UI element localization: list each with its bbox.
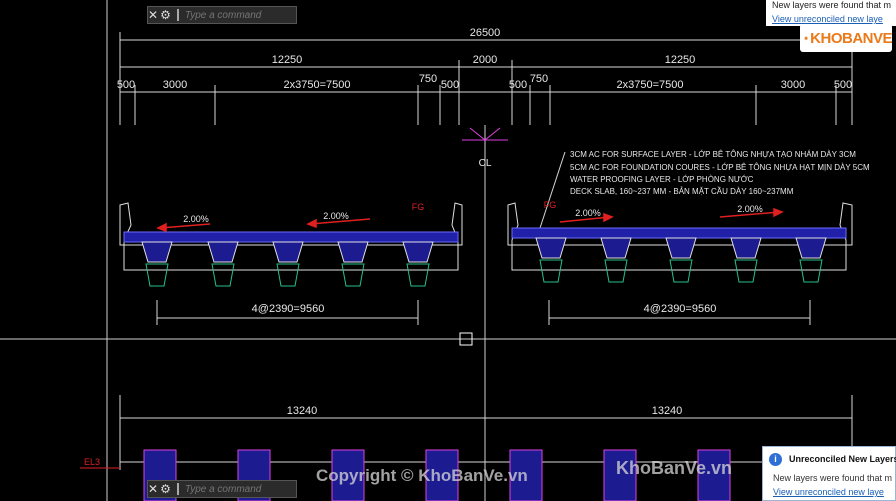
dim-500-b: 500 <box>441 79 459 91</box>
note-deck-slab: DECK SLAB, 160~237 MM - BẢN MẶT CẦU DÀY … <box>570 186 794 196</box>
close-icon[interactable]: ✕ <box>148 481 158 497</box>
notification-top-line1: New layers were found that m <box>772 0 892 10</box>
copyright-watermark: Copyright © KhoBanVe.vn <box>316 466 528 485</box>
dim-750-a: 750 <box>419 73 437 85</box>
command-input-bottom[interactable] <box>182 482 307 496</box>
dim-500-c: 500 <box>509 79 527 91</box>
command-line-bottom[interactable]: ✕ ⚙ <box>147 480 307 498</box>
dim-3000-b: 3000 <box>781 79 805 91</box>
toast-link[interactable]: View unreconciled new laye <box>773 487 884 497</box>
note-waterproofing: WATER PROOFING LAYER - LỚP PHÒNG NƯỚC <box>570 175 754 184</box>
fg-label-right: FG <box>544 200 557 210</box>
command-history-icon[interactable] <box>176 9 179 21</box>
dim-half-right: 12250 <box>665 54 696 66</box>
command-line-top[interactable]: ✕ ⚙ <box>147 6 307 24</box>
dim-girders-left: 4@2390=9560 <box>252 303 325 315</box>
slope-label-2: 2.00% <box>323 211 349 221</box>
close-icon[interactable]: ✕ <box>148 7 158 23</box>
unreconciled-layers-toast[interactable]: i Unreconciled New Layers New layers wer… <box>762 446 896 501</box>
toast-title: Unreconciled New Layers <box>789 454 896 464</box>
wrench-icon[interactable]: ⚙ <box>160 7 171 23</box>
centerline-label: CL <box>479 158 492 169</box>
toast-message: New layers were found that m <box>773 473 893 483</box>
khobanve-logo: KHOBANVE <box>800 24 892 52</box>
site-watermark: KhoBanVe.vn <box>616 458 733 478</box>
dim-500-d: 500 <box>834 79 852 91</box>
info-icon: i <box>769 453 782 466</box>
dim-half-left: 12250 <box>272 54 303 66</box>
dim-median: 2000 <box>473 54 497 66</box>
command-input-top[interactable] <box>182 8 307 22</box>
dim-pier-right: 13240 <box>652 405 683 417</box>
dim-500-a: 500 <box>117 79 135 91</box>
right-span-section <box>507 202 853 283</box>
slope-label-1: 2.00% <box>183 214 209 224</box>
dim-750-b: 750 <box>530 73 548 85</box>
note-leader <box>539 151 566 229</box>
notification-top-link[interactable]: View unreconciled new laye <box>772 14 883 24</box>
left-span-section <box>119 202 463 287</box>
note-foundation-course: 5CM AC FOR FOUNDATION COURES - LỚP BÊ TÔ… <box>570 163 870 172</box>
command-history-icon[interactable] <box>176 483 179 495</box>
dim-girders-right: 4@2390=9560 <box>644 303 717 315</box>
elevation-label: EL3 <box>84 457 100 467</box>
logo-text: KHOBANVE <box>810 29 892 47</box>
dim-pier-left: 13240 <box>287 405 318 417</box>
dim-lanes-right: 2x3750=7500 <box>617 79 684 91</box>
cad-drawing-canvas[interactable]: 26500 12250 2000 12250 500 3000 2x3750=7… <box>0 0 896 501</box>
dim-total-width: 26500 <box>470 27 501 39</box>
dim-lanes-left: 2x3750=7500 <box>284 79 351 91</box>
dim-3000-a: 3000 <box>163 79 187 91</box>
house-icon <box>804 36 808 40</box>
note-surface-layer: 3CM AC FOR SURFACE LAYER - LỚP BÊ TÔNG N… <box>570 150 856 159</box>
notification-top[interactable]: New layers were found that m View unreco… <box>766 0 896 26</box>
wrench-icon[interactable]: ⚙ <box>160 481 171 497</box>
slope-label-4: 2.00% <box>737 204 763 214</box>
slope-label-3: 2.00% <box>575 208 601 218</box>
fg-label-left: FG <box>412 202 425 212</box>
